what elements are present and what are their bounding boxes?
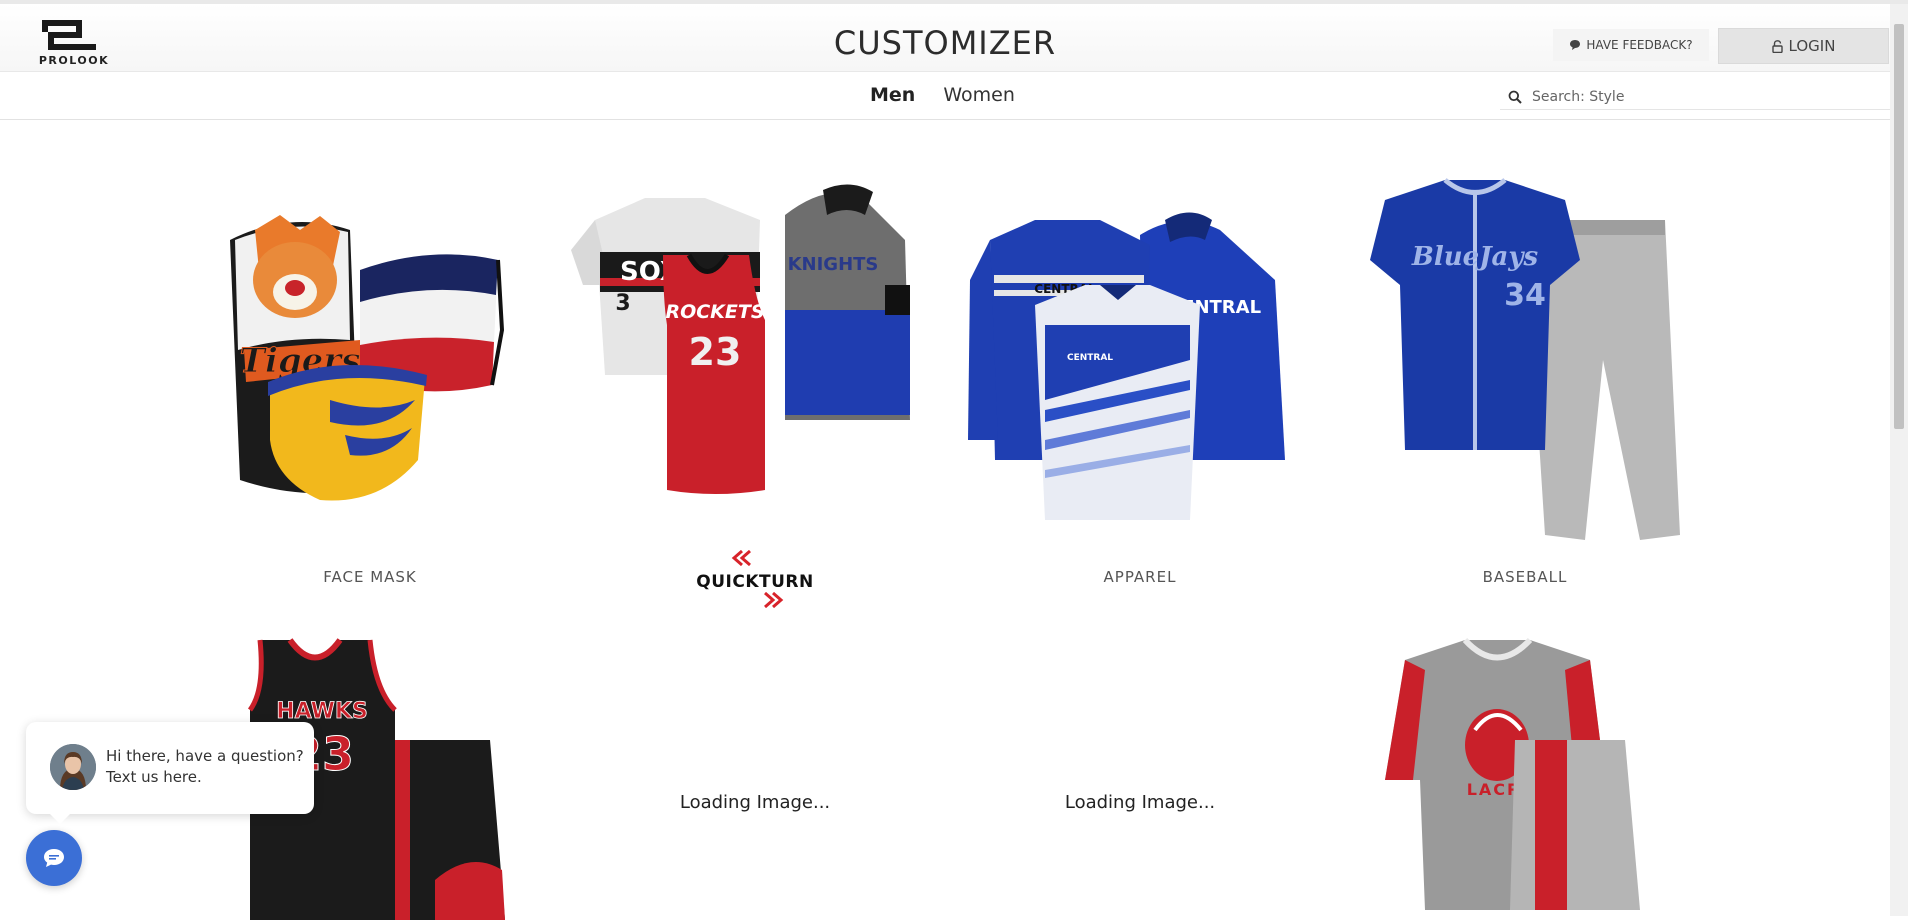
double-chevron-left-icon [731,550,751,566]
chat-bubble-icon [1570,40,1581,50]
category-lacrosse[interactable]: LACROSS [1335,630,1715,920]
category-face-mask[interactable]: Tigers FACE MASK [180,160,560,600]
category-apparel[interactable]: CENTRAL CENTRAL CENTRAL APPAREL [950,160,1330,600]
double-chevron-right-icon [764,592,784,608]
unlock-icon [1771,39,1783,53]
chat-prompt-bubble[interactable]: Hi there, have a question? Text us here. [26,722,314,824]
page-scrollbar[interactable] [1890,4,1908,916]
baseball-image: BlueJays 34 [1370,178,1680,540]
gender-tabs: Men Women [870,84,1015,106]
chat-icon [44,849,64,867]
feedback-label: HAVE FEEDBACK? [1586,38,1693,52]
tab-women[interactable]: Women [943,84,1015,106]
apparel-image: CENTRAL CENTRAL CENTRAL [968,212,1285,520]
login-button[interactable]: LOGIN [1718,28,1889,64]
chat-open-button[interactable] [26,830,82,886]
quickturn-logo: QUICKTURN [565,550,945,610]
login-label: LOGIN [1788,37,1836,55]
lacrosse-image: LACROSS [1385,637,1640,910]
hawks-art-text: HAWKS [276,699,368,724]
scrollbar-thumb[interactable] [1894,24,1904,429]
feedback-button[interactable]: HAVE FEEDBACK? [1553,29,1709,61]
avatar [50,744,96,790]
search-input[interactable] [1532,88,1872,105]
category-label: FACE MASK [323,568,417,586]
style-search [1500,84,1890,110]
category-baseball[interactable]: BlueJays 34 BASEBALL [1335,160,1715,600]
face-mask-image: Tigers [230,215,505,501]
quickturn-image: KNIGHTS SOX 3 ROCKETS 23 [571,184,910,494]
rockets-art-text: ROCKETS [665,301,764,323]
bluejays-art-text: BlueJays [1411,242,1539,272]
tab-men[interactable]: Men [870,84,915,106]
quickturn-label: QUICKTURN [696,572,814,592]
site-header: PROLOOK CUSTOMIZER HAVE FEEDBACK? LOGIN [0,4,1890,72]
search-icon [1500,90,1530,104]
category-quickturn[interactable]: KNIGHTS SOX 3 ROCKETS 23 QUICKTURN [565,160,945,608]
jersey-number-art-text: 3 [615,291,630,316]
category-label: APPAREL [1103,568,1177,586]
chat-message: Hi there, have a question? Text us here. [106,747,304,786]
loading-image-text: Loading Image... [679,792,831,813]
knights-art-text: KNIGHTS [788,254,879,275]
loading-image-text: Loading Image... [1064,792,1216,813]
central-polo-art-text: CENTRAL [1067,353,1113,363]
category-label: BASEBALL [1482,568,1568,586]
tank-number-art-text: 23 [689,330,742,374]
gender-nav: Men Women [0,72,1890,120]
baseball-number-art-text: 34 [1504,278,1546,313]
